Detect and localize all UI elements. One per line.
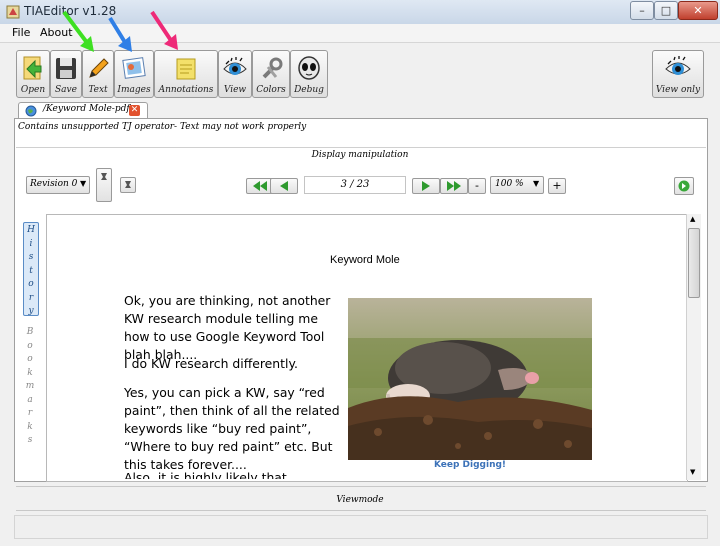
bookmarks-letter: k <box>27 421 33 432</box>
green-arrow-icon <box>62 10 94 52</box>
view-label: View <box>223 85 247 95</box>
save-label: Save <box>55 85 77 95</box>
app-icon <box>6 5 20 19</box>
alien-icon <box>298 56 320 80</box>
bookmarks-letter: B <box>26 327 34 337</box>
go-button[interactable] <box>674 177 694 195</box>
view-button[interactable]: View <box>218 50 252 98</box>
colors-button[interactable]: Colors <box>252 50 290 98</box>
annotations-button[interactable]: Annotations <box>154 50 218 98</box>
history-tab[interactable]: History <box>23 222 39 316</box>
zoom-in-button[interactable]: + <box>548 178 566 194</box>
pin-icon <box>101 173 107 180</box>
tab-close-icon[interactable]: ✕ <box>129 105 140 116</box>
last-page-icon <box>447 181 461 191</box>
debug-label: Debug <box>294 85 324 95</box>
blue-arrow-icon <box>108 16 132 52</box>
bookmarks-letter: k <box>27 367 33 378</box>
paragraph: Ok, you are thinking, not another KW res… <box>124 293 331 362</box>
open-button[interactable]: Open <box>16 50 50 98</box>
bookmarks-letter: o <box>27 354 33 364</box>
bookmarks-letter: s <box>27 435 33 445</box>
maximize-button[interactable]: □ <box>654 1 678 20</box>
page-field[interactable]: 3 / 23 <box>304 176 406 194</box>
picture-icon <box>122 57 146 79</box>
globe-icon <box>25 105 37 117</box>
zoom-select[interactable]: 100 % ▼ <box>490 176 544 194</box>
history-letter: y <box>28 306 34 316</box>
history-letter: r <box>28 292 34 303</box>
pin-icon <box>125 181 131 188</box>
images-button[interactable]: Images <box>114 50 154 98</box>
history-letter: i <box>29 238 33 249</box>
bookmarks-tab[interactable]: Bookmarks <box>23 326 37 448</box>
zoom-value: 100 % <box>495 179 524 189</box>
view-only-label: View only <box>655 85 701 95</box>
history-letter: s <box>28 252 34 262</box>
images-label: Images <box>117 85 151 95</box>
minimize-button[interactable]: – <box>630 1 654 20</box>
next-page-icon <box>422 181 430 191</box>
menu-file[interactable]: File <box>12 26 30 39</box>
save-button[interactable]: Save <box>50 50 82 98</box>
revision-select[interactable]: Revision 0 ▼ <box>26 176 90 194</box>
divider <box>16 147 706 148</box>
scrollbar-thumb[interactable] <box>688 228 700 298</box>
next-page-button[interactable] <box>412 178 440 194</box>
viewmode-label: Viewmode <box>336 495 384 505</box>
pink-arrow-icon <box>150 10 178 50</box>
pencil-icon <box>89 58 109 78</box>
history-letter: H <box>27 225 35 235</box>
status-bar <box>14 515 708 539</box>
page-value: 3 / 23 <box>340 179 370 190</box>
eye-icon <box>223 57 247 75</box>
paragraph: Also, it is highly likely that whatever … <box>124 470 287 479</box>
pin-button[interactable] <box>96 168 112 202</box>
history-letter: o <box>28 279 34 289</box>
bookmarks-letter: r <box>27 408 33 418</box>
wrench-icon <box>262 57 283 79</box>
bookmarks-letter: o <box>27 340 33 351</box>
note-icon <box>176 58 196 80</box>
bookmarks-letter: m <box>25 381 35 391</box>
text-button[interactable]: Text <box>82 50 114 98</box>
prev-page-button[interactable] <box>270 178 298 194</box>
unpin-button[interactable] <box>120 177 136 193</box>
bookmarks-letter: a <box>27 394 33 405</box>
zoom-out-button[interactable]: - <box>468 178 486 194</box>
scroll-up-icon[interactable]: ▲ <box>690 215 695 223</box>
annotations-label: Annotations <box>158 85 214 95</box>
divider <box>16 510 706 511</box>
display-manipulation-label: Display manipulation <box>311 150 409 160</box>
chevron-down-icon: ▼ <box>80 179 87 188</box>
revision-value: Revision 0 <box>30 179 78 189</box>
debug-button[interactable]: Debug <box>290 50 328 98</box>
document-tab[interactable]: /Keyword Mole-pdf ✕ <box>18 102 148 119</box>
open-label: Open <box>20 85 46 95</box>
prev-page-icon <box>280 181 288 191</box>
go-icon <box>678 180 690 192</box>
floppy-icon <box>56 58 76 79</box>
last-page-button[interactable] <box>440 178 468 194</box>
colors-label: Colors <box>256 85 286 95</box>
open-icon <box>23 56 42 80</box>
tab-label: /Keyword Mole-pdf <box>43 104 130 114</box>
divider <box>16 486 706 487</box>
history-label: History <box>24 223 38 319</box>
eye-icon <box>665 56 691 75</box>
text-label: Text <box>88 85 108 95</box>
history-letter: t <box>29 265 33 276</box>
mole-photo <box>348 298 592 460</box>
first-page-icon <box>253 181 267 191</box>
view-only-button[interactable]: View only <box>652 50 704 98</box>
paragraph: I do KW research differently. <box>124 356 298 371</box>
photo-caption: Keep Digging! <box>433 460 507 470</box>
chevron-down-icon: ▼ <box>533 179 540 188</box>
document-heading: Keyword Mole <box>330 254 400 266</box>
close-button[interactable]: ✕ <box>678 1 718 20</box>
warning-text: Contains unsupported TJ operator- Text m… <box>18 122 307 132</box>
paragraph: Yes, you can pick a KW, say “red paint”,… <box>124 385 340 472</box>
scroll-down-icon[interactable]: ▼ <box>690 468 695 476</box>
